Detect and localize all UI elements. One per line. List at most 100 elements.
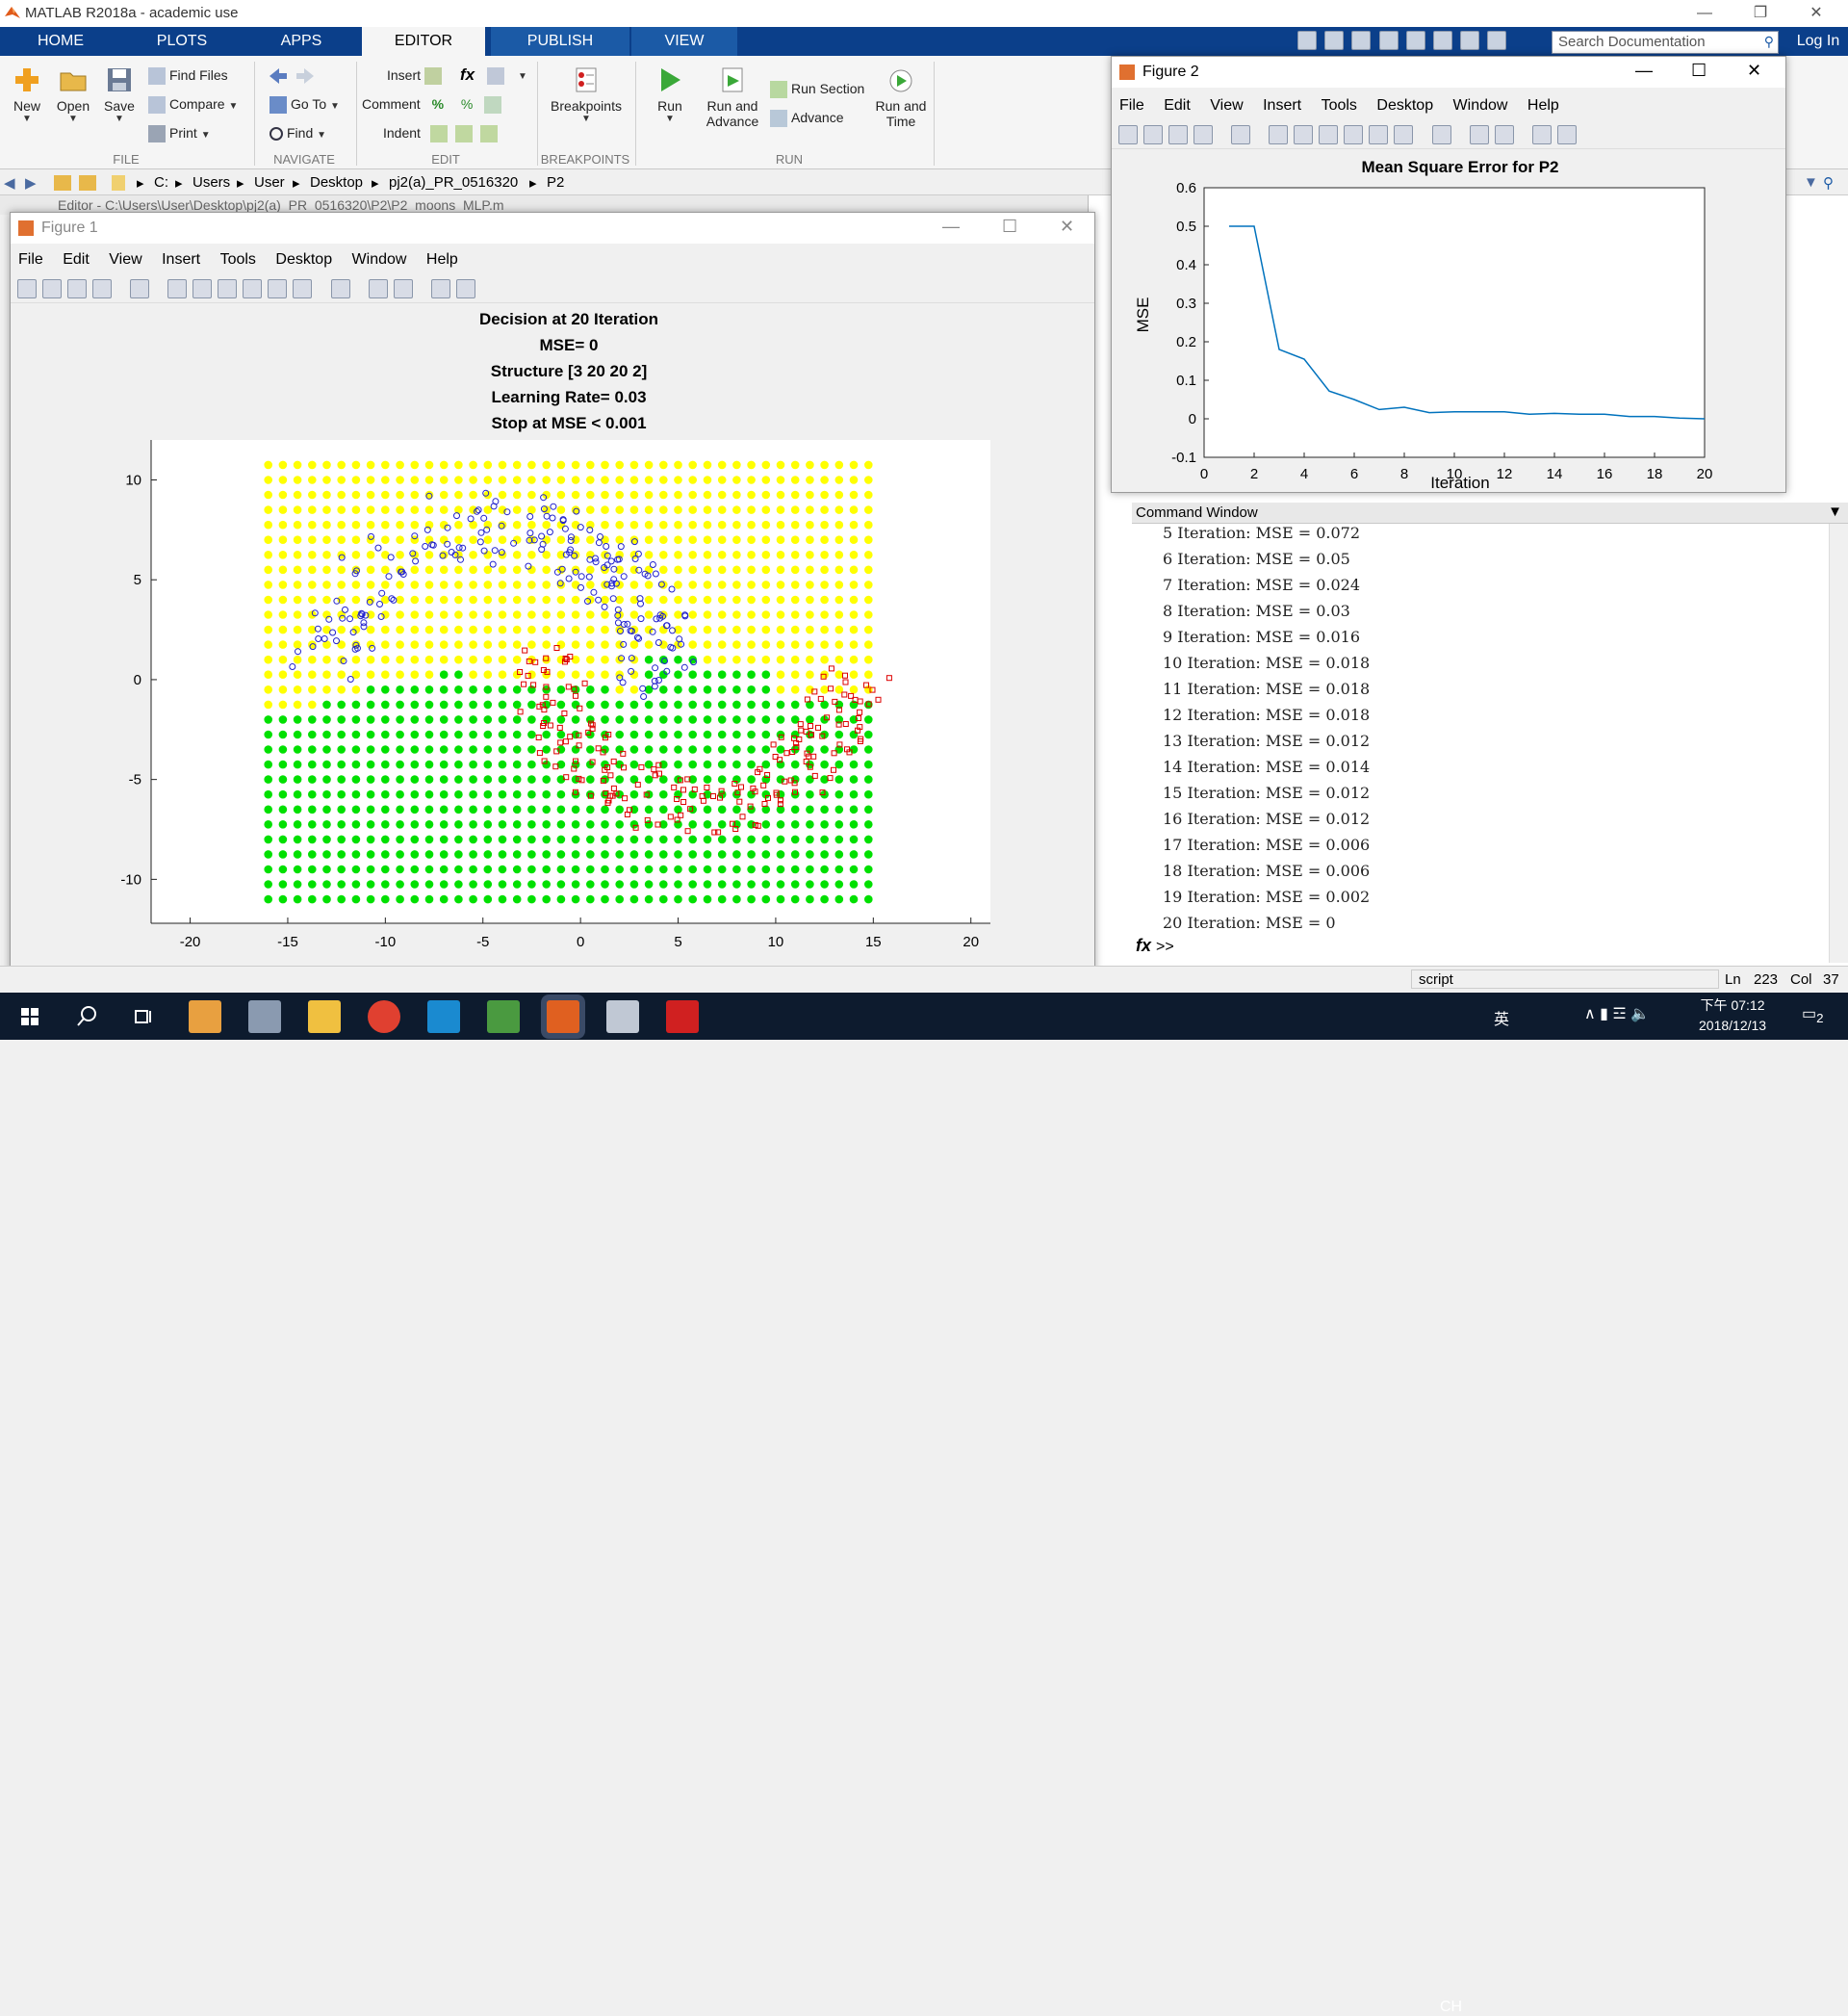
back-forward-icon[interactable] <box>268 65 316 87</box>
data-cursor-icon[interactable] <box>1369 125 1389 144</box>
command-prompt[interactable]: fx >> <box>1136 936 1174 956</box>
tab-editor[interactable]: EDITOR <box>362 27 485 56</box>
app-icon[interactable] <box>248 1000 281 1033</box>
menu-window[interactable]: Window <box>1453 93 1508 118</box>
minimize-button[interactable]: — <box>1681 0 1729 27</box>
find-files-button[interactable]: Find Files <box>148 67 228 86</box>
app-icon[interactable] <box>189 1000 221 1033</box>
forward-icon[interactable]: ▶ <box>25 174 37 192</box>
data-cursor-icon[interactable] <box>268 279 288 298</box>
search-folder-icon[interactable]: ⚲ <box>1823 174 1834 192</box>
breadcrumb-item[interactable]: C: <box>154 174 168 191</box>
breadcrumb-item[interactable]: User <box>254 174 285 191</box>
ime-mode[interactable]: 英 <box>1494 1006 1509 1029</box>
close-icon[interactable]: ✕ <box>1747 61 1761 81</box>
redo-icon[interactable] <box>1432 31 1452 50</box>
menu-file[interactable]: File <box>18 247 43 272</box>
system-clock[interactable]: 下午 07:12 2018/12/13 <box>1699 995 1766 1036</box>
minimize-icon[interactable]: — <box>942 217 960 237</box>
panel-options-icon[interactable]: ▼ <box>1828 504 1842 520</box>
link-plot-icon[interactable] <box>330 279 350 298</box>
menu-desktop[interactable]: Desktop <box>1376 93 1433 118</box>
chevron-down-icon[interactable]: ▼ <box>518 71 527 82</box>
menu-insert[interactable]: Insert <box>1263 93 1301 118</box>
menu-insert[interactable]: Insert <box>162 247 200 272</box>
menu-help[interactable]: Help <box>1527 93 1559 118</box>
find-button[interactable]: Find ▼ <box>270 125 326 142</box>
menu-view[interactable]: View <box>109 247 141 272</box>
open-file-icon[interactable] <box>42 279 62 298</box>
print-button[interactable]: Print ▼ <box>148 125 211 143</box>
legend-icon[interactable] <box>393 279 413 298</box>
rotate-icon[interactable] <box>243 279 263 298</box>
pan-icon[interactable] <box>218 279 238 298</box>
legend-icon[interactable] <box>1494 125 1514 144</box>
app-icon[interactable] <box>427 1000 460 1033</box>
run-and-advance-button[interactable]: Run and Advance <box>705 65 760 129</box>
hide-plot-tools-icon[interactable] <box>1531 125 1552 144</box>
menu-help[interactable]: Help <box>426 247 458 272</box>
show-plot-tools-icon[interactable] <box>455 279 475 298</box>
open-file-icon[interactable] <box>1143 125 1163 144</box>
pointer-icon[interactable] <box>130 279 150 298</box>
breadcrumb-item[interactable]: Desktop <box>310 174 363 191</box>
breadcrumb-item[interactable]: pj2(a)_PR_0516320 <box>389 174 518 191</box>
brush-icon[interactable] <box>293 279 313 298</box>
mse-chart[interactable]: Mean Square Error for P2 0 2 4 6 8 10 12 14 16 18… <box>1112 151 1785 492</box>
tab-apps[interactable]: APPS <box>243 27 360 56</box>
new-figure-icon[interactable] <box>1118 125 1138 144</box>
breadcrumb-item[interactable]: P2 <box>547 174 564 191</box>
advance-button[interactable]: Advance <box>770 110 843 128</box>
rotate-icon[interactable] <box>1344 125 1364 144</box>
indent-button[interactable]: Indent <box>383 125 501 143</box>
goto-button[interactable]: Go To ▼ <box>270 96 340 115</box>
colorbar-icon[interactable] <box>368 279 388 298</box>
windows-start-icon[interactable] <box>13 1000 46 1033</box>
help-icon[interactable] <box>1487 31 1507 50</box>
command-window-output[interactable]: 5 Iteration: MSE = 0.072 6 Iteration: MS… <box>1132 524 1829 963</box>
back-icon[interactable]: ◀ <box>4 174 15 192</box>
search-icon[interactable]: ⚲ <box>1764 34 1774 50</box>
close-button[interactable]: ✕ <box>1792 0 1840 27</box>
matlab-taskbar-icon[interactable] <box>547 1000 579 1033</box>
print-figure-icon[interactable] <box>92 279 112 298</box>
app-icon[interactable] <box>487 1000 520 1033</box>
minimize-icon[interactable]: — <box>1635 61 1653 81</box>
save-quick-icon[interactable] <box>1297 31 1317 50</box>
task-view-icon[interactable] <box>127 1000 160 1033</box>
cut-icon[interactable] <box>1324 31 1345 50</box>
close-icon[interactable]: ✕ <box>1060 217 1074 237</box>
tab-home[interactable]: HOME <box>0 27 121 56</box>
new-figure-icon[interactable] <box>17 279 37 298</box>
switch-windows-icon[interactable] <box>1460 31 1480 50</box>
zoom-out-icon[interactable] <box>192 279 213 298</box>
tab-publish[interactable]: PUBLISH <box>491 27 629 56</box>
save-button[interactable]: Save ▼ <box>100 65 139 124</box>
tab-view[interactable]: VIEW <box>631 27 737 56</box>
run-section-button[interactable]: Run Section <box>770 81 864 99</box>
insert-function-icon[interactable] <box>487 67 504 85</box>
save-figure-icon[interactable] <box>1168 125 1188 144</box>
copy-icon[interactable] <box>1351 31 1372 50</box>
pointer-icon[interactable] <box>1231 125 1251 144</box>
search-documentation-input[interactable]: Search Documentation ⚲ <box>1552 31 1779 54</box>
menu-tools[interactable]: Tools <box>220 247 256 272</box>
save-figure-icon[interactable] <box>67 279 87 298</box>
fx-button[interactable]: fx <box>460 65 475 85</box>
menu-desktop[interactable]: Desktop <box>275 247 332 272</box>
run-button[interactable]: Run ▼ <box>651 65 689 124</box>
compare-button[interactable]: Compare ▼ <box>148 96 238 115</box>
pan-icon[interactable] <box>1319 125 1339 144</box>
hide-plot-tools-icon[interactable] <box>430 279 450 298</box>
app-icon[interactable] <box>606 1000 639 1033</box>
paste-icon[interactable] <box>1378 31 1399 50</box>
undo-icon[interactable] <box>1405 31 1425 50</box>
show-plot-tools-icon[interactable] <box>1556 125 1577 144</box>
brush-icon[interactable] <box>1394 125 1414 144</box>
comment-button[interactable]: Comment % % <box>362 96 505 115</box>
up-folder-icon[interactable] <box>54 175 71 191</box>
open-button[interactable]: Open ▼ <box>54 65 92 124</box>
zoom-out-icon[interactable] <box>1294 125 1314 144</box>
browse-folder-icon[interactable] <box>79 175 96 191</box>
print-figure-icon[interactable] <box>1194 125 1213 144</box>
